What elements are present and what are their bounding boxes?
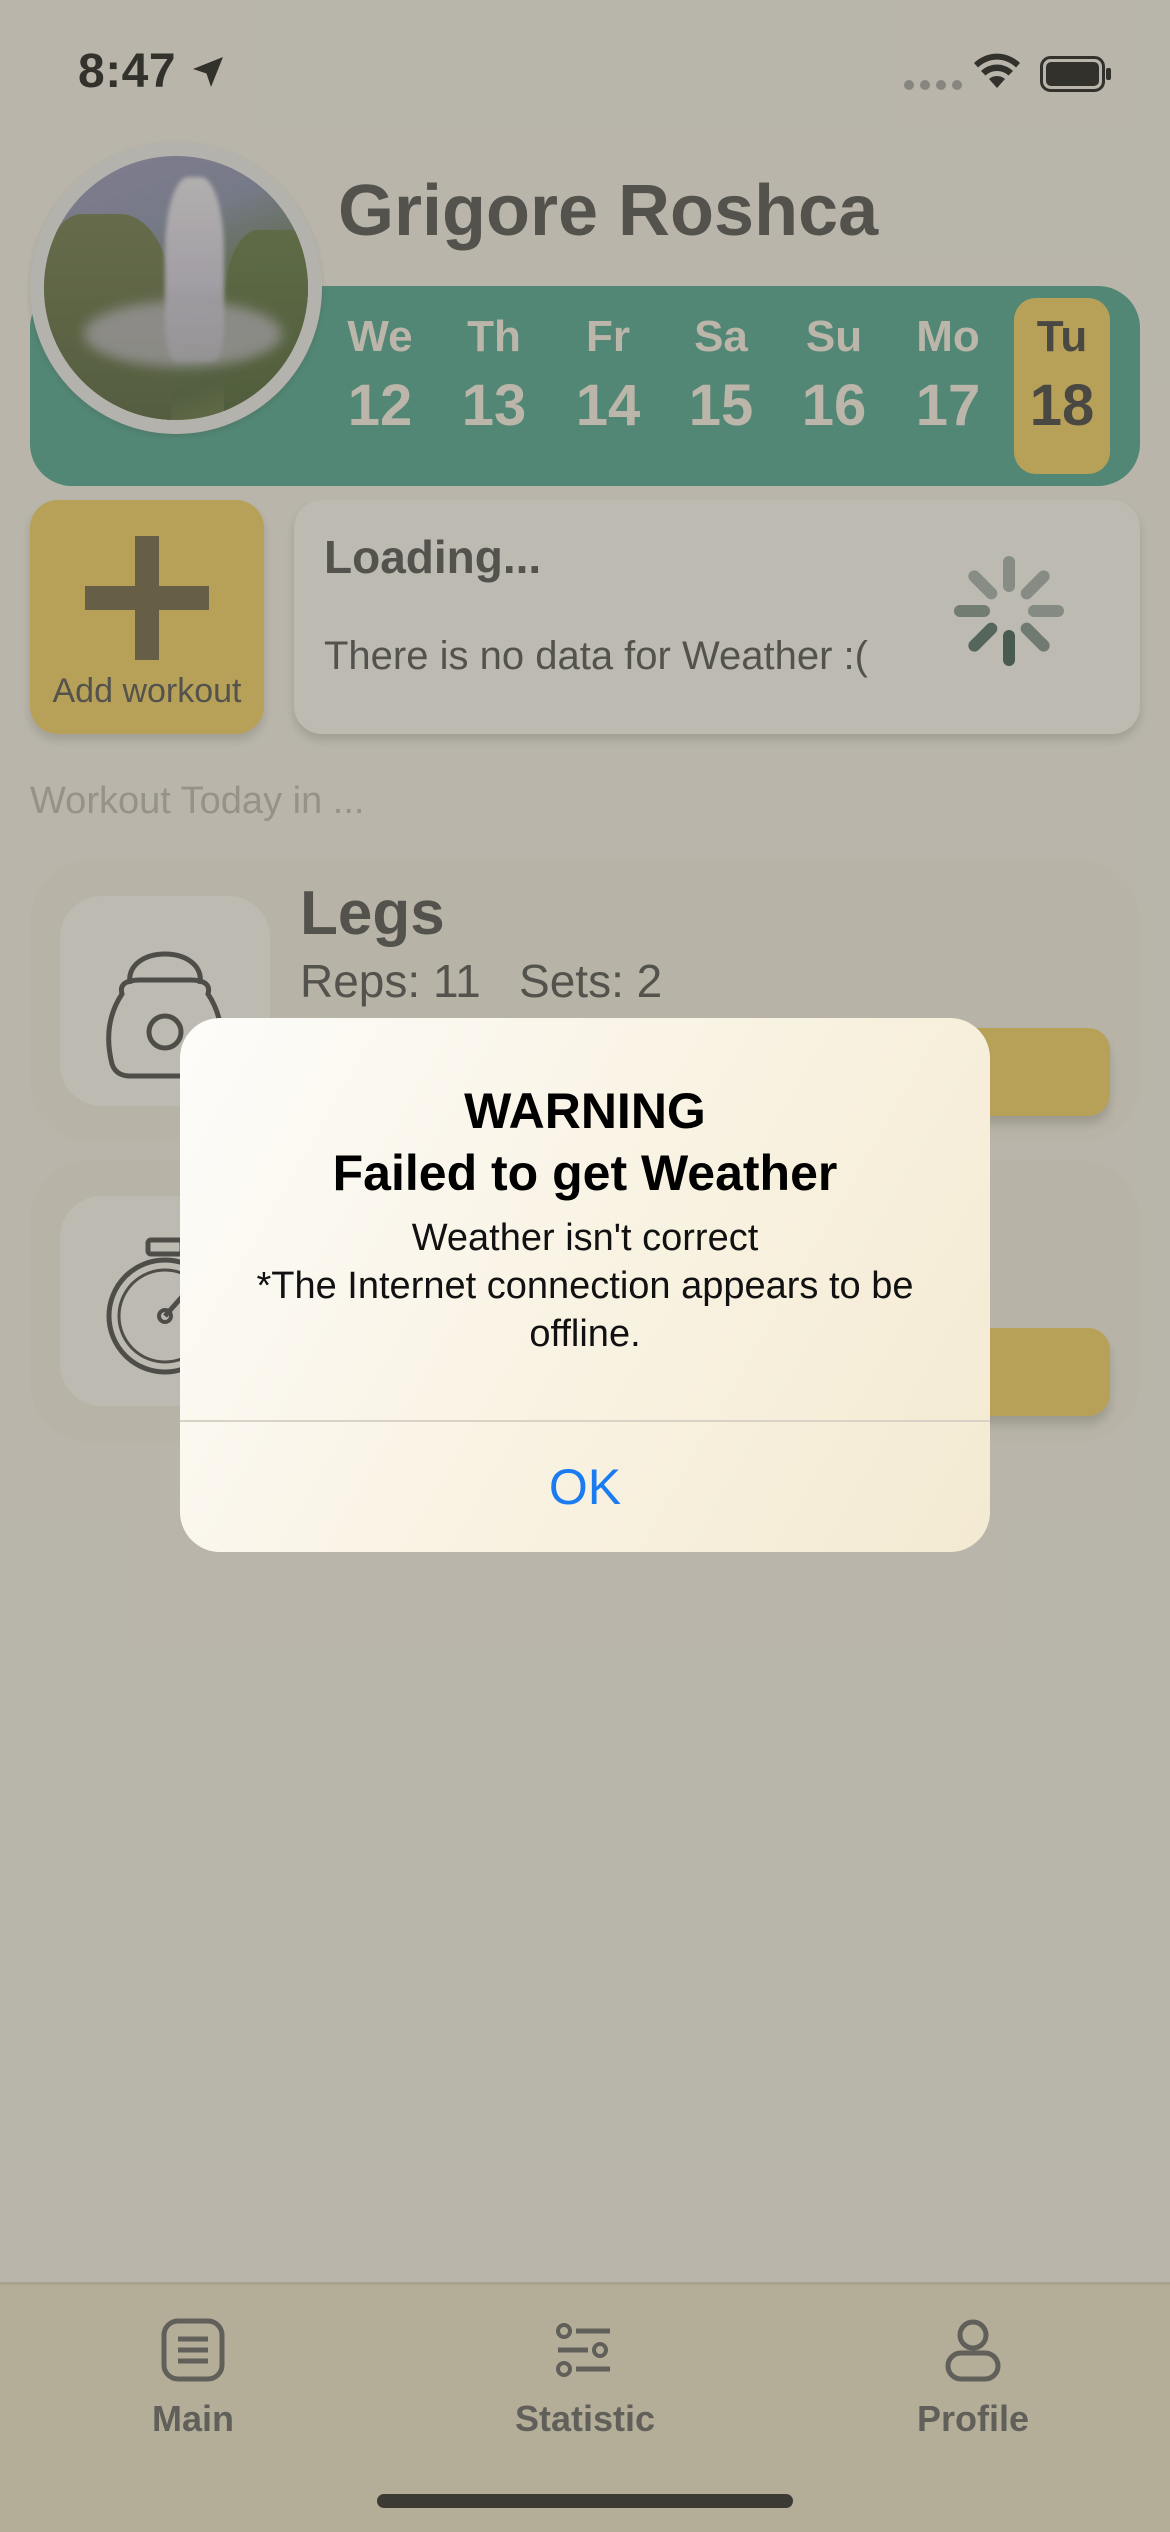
alert-title: WARNING Failed to get Weather <box>332 1083 838 1201</box>
alert-ok-button[interactable]: OK <box>180 1422 990 1552</box>
warning-alert-dialog: WARNING Failed to get Weather Weather isn… <box>180 1018 990 1552</box>
alert-message: Weather isn't correct *The Internet conne… <box>256 1217 914 1355</box>
